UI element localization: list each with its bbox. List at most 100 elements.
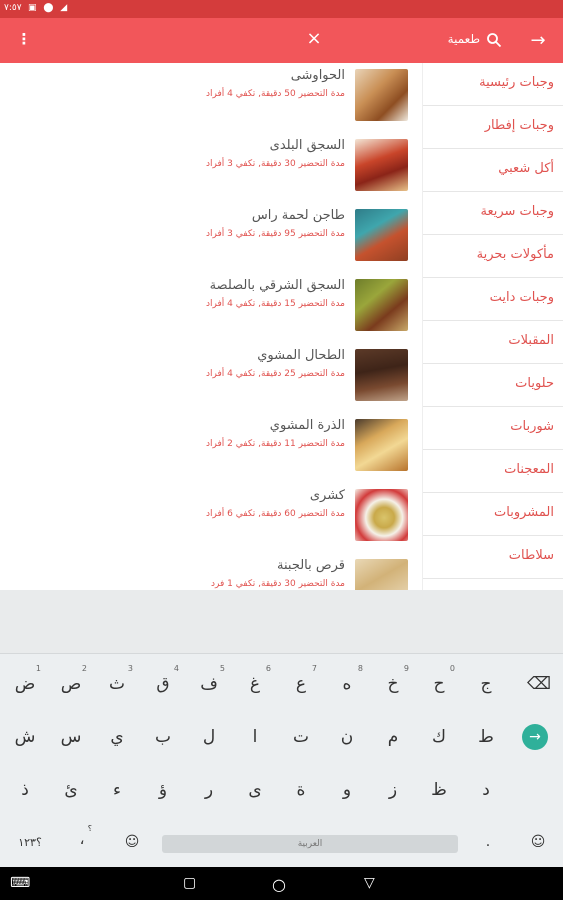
category-item[interactable]: المقبلات <box>423 321 563 364</box>
key[interactable]: ح0 <box>419 664 459 704</box>
enter-key[interactable]: → <box>522 724 548 750</box>
recipe-title: الحواوشى <box>290 68 345 83</box>
smiley-icon[interactable]: ☺ <box>528 834 548 850</box>
key[interactable]: ض1 <box>5 664 45 704</box>
backspace-key[interactable]: ⌫ <box>519 664 559 704</box>
category-item[interactable]: حلويات <box>423 364 563 407</box>
key[interactable]: ب <box>143 717 183 757</box>
key[interactable]: س <box>51 717 91 757</box>
recipe-list: الحواوشى مدة التحضير 50 دقيقة, تكفي 4 أف… <box>0 63 422 590</box>
recipe-meta: مدة التحضير 11 دقيقة, تكفي 2 أفراد <box>206 439 345 449</box>
recipe-thumbnail <box>355 279 408 331</box>
key[interactable]: ؤ <box>143 770 183 810</box>
status-bar: ٧:٥٧ ▣ ⬤ ◢ <box>0 0 563 18</box>
category-item[interactable]: المشروبات <box>423 493 563 536</box>
recipe-meta: مدة التحضير 30 دقيقة, تكفي 3 أفراد <box>206 159 345 169</box>
recipe-meta: مدة التحضير 30 دقيقة, تكفي 1 فرد <box>211 579 345 589</box>
recipe-thumbnail <box>355 69 408 121</box>
key[interactable]: ا <box>235 717 275 757</box>
key[interactable]: ة <box>281 770 321 810</box>
recipe-thumbnail <box>355 139 408 191</box>
recipe-title: الذرة المشوي <box>269 418 345 433</box>
recipe-item[interactable]: الذرة المشوي مدة التحضير 11 دقيقة, تكفي … <box>0 413 422 483</box>
key[interactable]: ث3 <box>97 664 137 704</box>
empty-area <box>0 590 563 653</box>
key[interactable]: ذ <box>5 770 45 810</box>
category-item[interactable]: وجبات دايت <box>423 278 563 321</box>
recipe-item[interactable]: الطحال المشوي مدة التحضير 25 دقيقة, تكفي… <box>0 343 422 413</box>
recipe-thumbnail <box>355 419 408 471</box>
period-key[interactable]: . <box>478 834 498 850</box>
key[interactable]: ط <box>466 717 506 757</box>
recents-icon[interactable]: ▢ <box>183 875 201 893</box>
recipe-title: السجق الشرقي بالصلصة <box>209 278 345 293</box>
recipe-meta: مدة التحضير 25 دقيقة, تكفي 4 أفراد <box>206 369 345 379</box>
status-icons: ▣ ⬤ ◢ <box>28 3 70 13</box>
key[interactable]: ت <box>281 717 321 757</box>
recipe-meta: مدة التحضير 95 دقيقة, تكفي 3 أفراد <box>206 229 345 239</box>
numbers-key[interactable]: ؟١٢٣ <box>10 836 50 849</box>
category-item[interactable]: وجبات إفطار <box>423 106 563 149</box>
key[interactable]: د <box>466 770 506 810</box>
app-toolbar: ⋮ × طعمية → <box>0 18 563 63</box>
category-item[interactable]: وجبات رئيسية <box>423 63 563 106</box>
key[interactable]: غ6 <box>235 664 275 704</box>
keyboard-switch-icon[interactable]: ⌨ <box>10 875 30 893</box>
recipe-thumbnail <box>355 209 408 261</box>
clear-search-button[interactable]: × <box>304 28 324 52</box>
recipe-item[interactable]: السجق البلدى مدة التحضير 30 دقيقة, تكفي … <box>0 133 422 203</box>
recipe-title: كشرى <box>309 488 345 503</box>
key[interactable]: ه8 <box>327 664 367 704</box>
recipe-title: الطحال المشوي <box>257 348 345 363</box>
info-icon[interactable]: ⋮ <box>16 30 32 50</box>
recipe-item[interactable]: كشرى مدة التحضير 60 دقيقة, تكفي 6 أفراد <box>0 483 422 553</box>
recipe-item[interactable]: قرص بالجبنة مدة التحضير 30 دقيقة, تكفي 1… <box>0 553 422 590</box>
soft-keyboard: ⌫ ج ح0 خ9 ه8 ع7 غ6 ف5 ق4 ث3 ص2 ض1 → ط ك … <box>0 653 563 867</box>
emoji-icon[interactable]: ☺ <box>122 834 142 850</box>
key[interactable]: ج <box>466 664 506 704</box>
key[interactable]: ل <box>189 717 229 757</box>
search-icon[interactable] <box>486 32 502 48</box>
key[interactable]: ظ <box>419 770 459 810</box>
recipe-thumbnail <box>355 489 408 541</box>
recipe-meta: مدة التحضير 50 دقيقة, تكفي 4 أفراد <box>206 89 345 99</box>
key[interactable]: خ9 <box>373 664 413 704</box>
key[interactable]: ء <box>97 770 137 810</box>
category-item[interactable]: سلاطات <box>423 536 563 579</box>
recipe-item[interactable]: الحواوشى مدة التحضير 50 دقيقة, تكفي 4 أف… <box>0 63 422 133</box>
key[interactable]: ف5 <box>189 664 229 704</box>
category-item[interactable]: شوربات <box>423 407 563 450</box>
category-sidebar: وجبات رئيسية وجبات إفطار أكل شعبي وجبات … <box>422 63 563 590</box>
recipe-title: طاجن لحمة راس <box>251 208 345 223</box>
key[interactable]: ي <box>97 717 137 757</box>
key[interactable]: ر <box>189 770 229 810</box>
key[interactable]: ئ <box>51 770 91 810</box>
status-time: ٧:٥٧ <box>4 3 22 13</box>
home-icon[interactable]: ○ <box>272 875 290 894</box>
search-input[interactable]: طعمية <box>440 32 480 46</box>
key[interactable]: ك <box>419 717 459 757</box>
recipe-item[interactable]: السجق الشرقي بالصلصة مدة التحضير 15 دقيق… <box>0 273 422 343</box>
category-item[interactable]: المعجنات <box>423 450 563 493</box>
key[interactable]: ى <box>235 770 275 810</box>
category-item[interactable]: وجبات سريعة <box>423 192 563 235</box>
key[interactable]: ص2 <box>51 664 91 704</box>
comma-key[interactable]: ، ؟ <box>72 824 92 848</box>
space-key[interactable]: العربية <box>162 835 458 853</box>
back-icon[interactable]: ▽ <box>364 875 382 893</box>
key[interactable]: ز <box>373 770 413 810</box>
recipe-item[interactable]: طاجن لحمة راس مدة التحضير 95 دقيقة, تكفي… <box>0 203 422 273</box>
recipe-meta: مدة التحضير 15 دقيقة, تكفي 4 أفراد <box>206 299 345 309</box>
recipe-title: قرص بالجبنة <box>277 558 345 573</box>
category-item[interactable]: أكل شعبي <box>423 149 563 192</box>
recipe-meta: مدة التحضير 60 دقيقة, تكفي 6 أفراد <box>206 509 345 519</box>
category-item[interactable]: مأكولات بحرية <box>423 235 563 278</box>
key[interactable]: و <box>327 770 367 810</box>
key[interactable]: ش <box>5 717 45 757</box>
key[interactable]: م <box>373 717 413 757</box>
key[interactable]: ع7 <box>281 664 321 704</box>
navigation-bar: ⌨ ▢ ○ ▽ <box>0 867 563 900</box>
back-arrow-icon[interactable]: → <box>528 30 548 51</box>
key[interactable]: ن <box>327 717 367 757</box>
key[interactable]: ق4 <box>143 664 183 704</box>
